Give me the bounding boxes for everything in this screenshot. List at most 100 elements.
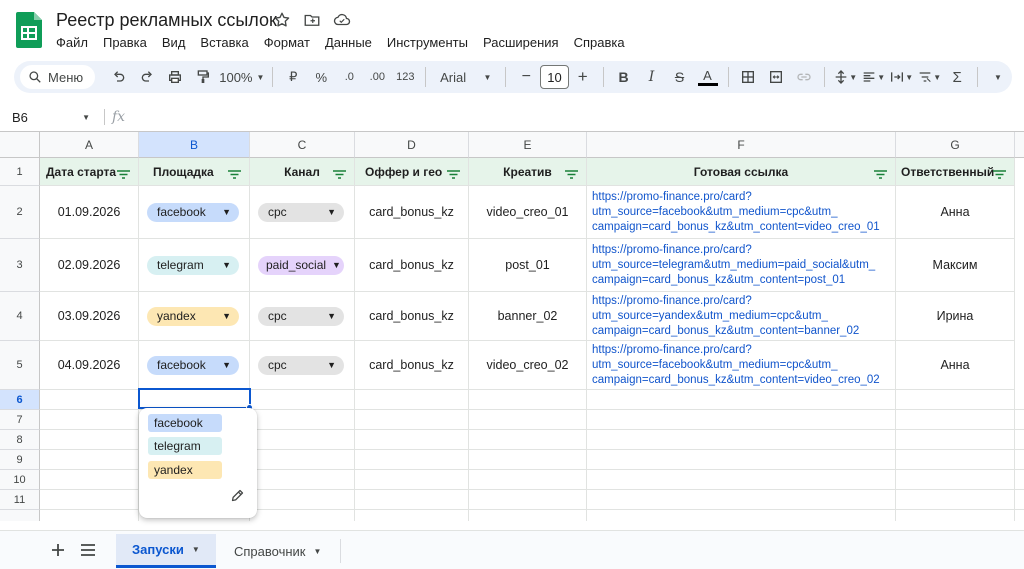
increase-decimal-button[interactable]: .00	[365, 65, 389, 89]
zoom-select[interactable]: 100% ▼	[219, 65, 264, 89]
cell-ready-link[interactable]: https://promo-finance.pro/card? utm_sour…	[587, 239, 896, 292]
increase-font-size-button[interactable]: +	[571, 65, 595, 89]
menu-tools[interactable]: Инструменты	[387, 35, 468, 50]
link-line[interactable]: utm_source=facebook&utm_medium=cpc&utm_	[592, 358, 837, 373]
print-icon[interactable]	[163, 65, 187, 89]
header-cell-platform[interactable]: Площадка	[139, 158, 250, 186]
add-sheet-icon[interactable]	[48, 540, 68, 560]
cell-offer[interactable]: card_bonus_kz	[355, 186, 469, 239]
filter-icon[interactable]: ▼	[917, 65, 941, 89]
cell-start-date[interactable]: 04.09.2026	[40, 341, 139, 390]
all-sheets-menu-icon[interactable]	[78, 540, 98, 560]
column-header-b[interactable]: B	[139, 132, 250, 158]
link-line[interactable]: campaign=card_bonus_kz&utm_content=post_…	[592, 273, 845, 288]
filter-icon[interactable]	[447, 168, 460, 182]
link-line[interactable]: campaign=card_bonus_kz&utm_content=video…	[592, 220, 880, 235]
menu-data[interactable]: Данные	[325, 35, 372, 50]
cell-platform[interactable]: facebook ▼	[139, 341, 250, 390]
cell-owner[interactable]: Анна	[896, 341, 1015, 390]
cell-platform[interactable]: facebook ▼	[139, 186, 250, 239]
vertical-align-icon[interactable]: ▼	[833, 65, 857, 89]
edit-pencil-icon[interactable]	[230, 488, 245, 508]
sheet-tab-launches[interactable]: Запуски ▼	[116, 534, 216, 568]
channel-chip[interactable]: cpc ▼	[258, 355, 344, 375]
cell-creative[interactable]: video_creo_02	[469, 341, 587, 390]
row-header-7[interactable]: 7	[0, 410, 40, 430]
select-all-corner[interactable]	[0, 132, 40, 158]
cell-owner[interactable]: Ирина	[896, 292, 1015, 341]
cell-channel[interactable]: cpc ▼	[250, 186, 355, 239]
header-cell-offer[interactable]: Оффер и гео	[355, 158, 469, 186]
row-header-9[interactable]: 9	[0, 450, 40, 470]
cell-start-date[interactable]: 03.09.2026	[40, 292, 139, 341]
column-header-d[interactable]: D	[355, 132, 469, 158]
cell-channel[interactable]: paid_social ▼	[250, 239, 355, 292]
cloud-saved-icon[interactable]	[332, 10, 352, 30]
cell-ready-link[interactable]: https://promo-finance.pro/card? utm_sour…	[587, 292, 896, 341]
channel-chip[interactable]: cpc ▼	[258, 202, 344, 222]
dropdown-option-telegram[interactable]: telegram	[148, 437, 222, 455]
row-header-6[interactable]: 6	[0, 390, 40, 410]
cell-creative[interactable]: video_creo_01	[469, 186, 587, 239]
column-header-h[interactable]	[1015, 132, 1024, 158]
cell-start-date[interactable]: 02.09.2026	[40, 239, 139, 292]
cell-offer[interactable]: card_bonus_kz	[355, 292, 469, 341]
italic-button[interactable]: I	[640, 65, 664, 89]
channel-chip[interactable]: paid_social ▼	[258, 255, 344, 275]
number-format-button[interactable]: 123	[393, 65, 417, 89]
link-line[interactable]: campaign=card_bonus_kz&utm_content=video…	[592, 373, 880, 388]
column-header-c[interactable]: C	[250, 132, 355, 158]
row-header-1[interactable]: 1	[0, 158, 40, 186]
row-header-2[interactable]: 2	[0, 186, 40, 239]
menu-extensions[interactable]: Расширения	[483, 35, 559, 50]
header-cell-owner[interactable]: Ответственный	[896, 158, 1015, 186]
cell-channel[interactable]: cpc ▼	[250, 341, 355, 390]
bold-button[interactable]: B	[612, 65, 636, 89]
row-header-5[interactable]: 5	[0, 341, 40, 390]
filter-icon[interactable]	[333, 168, 346, 182]
decrease-decimal-button[interactable]: .0	[337, 65, 361, 89]
paint-format-icon[interactable]	[191, 65, 215, 89]
cell-creative[interactable]: banner_02	[469, 292, 587, 341]
search-menus-button[interactable]: Меню	[20, 65, 96, 89]
menu-edit[interactable]: Правка	[103, 35, 147, 50]
filter-icon[interactable]	[874, 168, 887, 182]
dropdown-option-yandex[interactable]: yandex	[148, 461, 222, 479]
cell-start-date[interactable]: 01.09.2026	[40, 186, 139, 239]
currency-format-button[interactable]: ₽	[281, 65, 305, 89]
link-line[interactable]: https://promo-finance.pro/card?	[592, 343, 752, 358]
star-icon[interactable]	[272, 10, 292, 30]
link-line[interactable]: campaign=card_bonus_kz&utm_content=banne…	[592, 324, 859, 339]
undo-icon[interactable]	[107, 65, 131, 89]
column-header-a[interactable]: A	[40, 132, 139, 158]
menu-view[interactable]: Вид	[162, 35, 186, 50]
header-cell-channel[interactable]: Канал	[250, 158, 355, 186]
text-wrapping-icon[interactable]: ▼	[889, 65, 913, 89]
row-header-12[interactable]	[0, 510, 40, 521]
link-line[interactable]: https://promo-finance.pro/card?	[592, 243, 752, 258]
redo-icon[interactable]	[135, 65, 159, 89]
text-color-button[interactable]: A	[696, 65, 720, 89]
sheet-tab-reference[interactable]: Справочник ▼	[218, 534, 337, 568]
insert-link-icon[interactable]	[792, 65, 816, 89]
filter-icon[interactable]	[993, 168, 1006, 182]
link-line[interactable]: utm_source=yandex&utm_medium=cpc&utm_	[592, 309, 828, 324]
cell-ready-link[interactable]: https://promo-finance.pro/card? utm_sour…	[587, 341, 896, 390]
decrease-font-size-button[interactable]: −	[514, 65, 538, 89]
row-header-11[interactable]: 11	[0, 490, 40, 510]
link-line[interactable]: utm_source=telegram&utm_medium=paid_soci…	[592, 258, 875, 273]
move-folder-icon[interactable]	[302, 10, 322, 30]
formula-input[interactable]	[140, 105, 1020, 129]
row-header-4[interactable]: 4	[0, 292, 40, 341]
functions-button[interactable]: Σ	[945, 65, 969, 89]
link-line[interactable]: https://promo-finance.pro/card?	[592, 190, 752, 205]
column-header-f[interactable]: F	[587, 132, 896, 158]
menu-file[interactable]: Файл	[56, 35, 88, 50]
cell-offer[interactable]: card_bonus_kz	[355, 341, 469, 390]
cell-channel[interactable]: cpc ▼	[250, 292, 355, 341]
cell-platform[interactable]: yandex ▼	[139, 292, 250, 341]
menu-format[interactable]: Формат	[264, 35, 310, 50]
horizontal-align-icon[interactable]: ▼	[861, 65, 885, 89]
menu-help[interactable]: Справка	[574, 35, 625, 50]
row-header-10[interactable]: 10	[0, 470, 40, 490]
